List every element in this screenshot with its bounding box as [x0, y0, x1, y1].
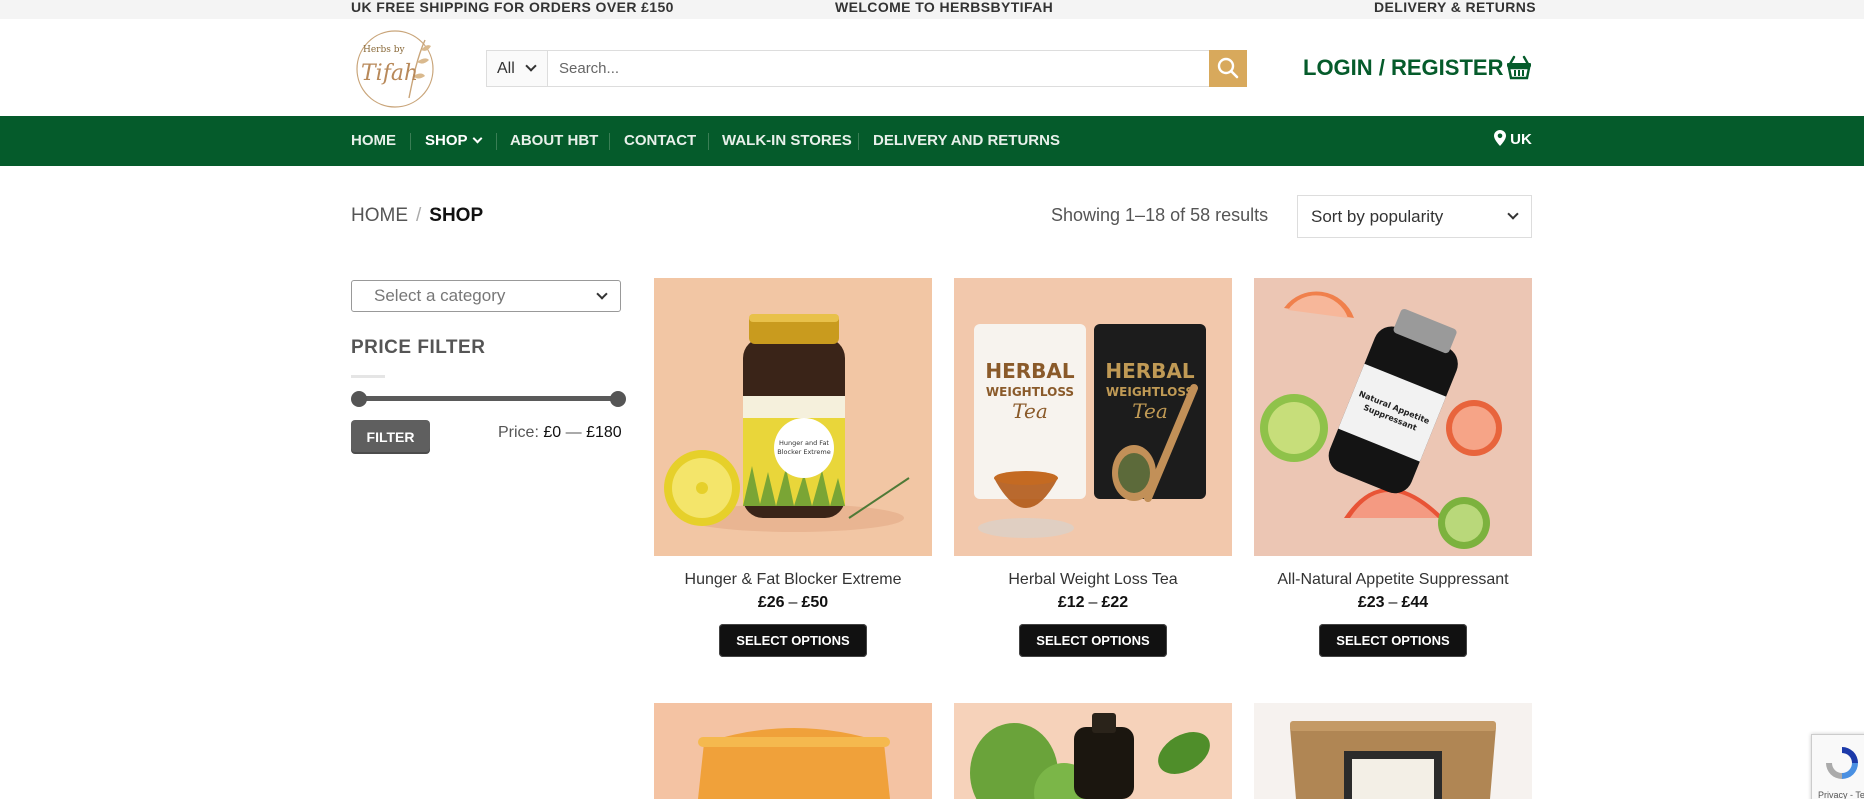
product-price: £23– £44	[1357, 594, 1429, 611]
chevron-down-icon	[596, 288, 608, 300]
location-pin-icon	[1494, 130, 1506, 146]
svg-text:Tea: Tea	[1012, 399, 1048, 423]
site-header: Herbs by Tifah All LOGIN / REGISTER	[0, 19, 1864, 116]
price-min: £26	[757, 594, 785, 611]
price-min: £23	[1357, 594, 1385, 611]
breadcrumb-current: SHOP	[429, 205, 484, 226]
search-category-value: All	[497, 60, 515, 77]
nav-item-delivery-returns[interactable]: DELIVERY AND RETURNS	[873, 132, 1060, 149]
nav-item-walk-in-stores[interactable]: WALK-IN STORES	[722, 132, 852, 149]
nav-divider	[410, 133, 411, 150]
category-placeholder: Select a category	[374, 286, 506, 305]
nav-divider	[708, 133, 709, 150]
price-max: £22	[1101, 594, 1129, 611]
free-shipping-notice: UK FREE SHIPPING FOR ORDERS OVER £150	[351, 0, 674, 15]
nav-item-contact[interactable]: CONTACT	[624, 132, 696, 149]
nav-shop-label: SHOP	[425, 132, 468, 149]
logo-text-top: Herbs by	[363, 45, 405, 55]
nav-item-about[interactable]: ABOUT HBT	[510, 132, 598, 149]
svg-text:Hunger and Fat: Hunger and Fat	[779, 439, 829, 447]
nav-divider	[858, 133, 859, 150]
product-image-row2-col2[interactable]	[954, 703, 1232, 799]
select-options-button[interactable]: SELECT OPTIONS	[1019, 624, 1167, 657]
price-min: £12	[1057, 594, 1085, 611]
search-category-select[interactable]: All	[487, 51, 548, 86]
sort-select[interactable]: Sort by popularity	[1297, 195, 1532, 238]
nav-divider	[496, 133, 497, 150]
chevron-down-icon	[525, 60, 537, 72]
breadcrumb-home[interactable]: HOME	[351, 205, 408, 226]
logo-text-main: Tifah	[361, 61, 418, 86]
nav-item-shop[interactable]: SHOP	[425, 132, 482, 149]
search-input[interactable]	[549, 51, 1207, 86]
breadcrumb: HOME / SHOP	[351, 205, 483, 227]
price-filter-title: PRICE FILTER	[351, 337, 486, 358]
recaptcha-icon	[1826, 747, 1858, 779]
product-title[interactable]: Herbal Weight Loss Tea	[954, 571, 1232, 589]
main-navigation: HOME SHOP ABOUT HBT CONTACT WALK-IN STOR…	[0, 116, 1864, 166]
price-min-value: £0	[543, 424, 562, 441]
welcome-text: WELCOME TO HERBSBYTIFAH	[835, 0, 1054, 15]
price-slider-range	[359, 396, 618, 401]
search-icon	[1217, 57, 1239, 79]
nav-divider	[609, 133, 610, 150]
product-image-row2-col1[interactable]	[654, 703, 932, 799]
search-button[interactable]	[1209, 50, 1247, 87]
chevron-down-icon	[472, 133, 482, 144]
category-select[interactable]: Select a category	[351, 280, 621, 312]
product-image-row2-col3[interactable]	[1254, 703, 1532, 799]
select-options-button[interactable]: SELECT OPTIONS	[719, 624, 867, 657]
nav-item-home[interactable]: HOME	[351, 132, 396, 149]
chevron-down-icon	[1507, 208, 1519, 220]
price-range-label: Price: £0 — £180	[498, 424, 622, 442]
svg-text:Blocker Extreme: Blocker Extreme	[777, 448, 830, 456]
filter-button[interactable]: FILTER	[351, 420, 430, 454]
price-separator: —	[565, 424, 582, 441]
svg-text:WEIGHTLOSS: WEIGHTLOSS	[1106, 385, 1194, 399]
product-price: £26– £50	[757, 594, 829, 611]
product-title[interactable]: All-Natural Appetite Suppressant	[1254, 571, 1532, 589]
svg-text:HERBAL: HERBAL	[985, 359, 1075, 383]
results-count: Showing 1–18 of 58 results	[1051, 205, 1269, 225]
svg-text:HERBAL: HERBAL	[1105, 359, 1195, 383]
price-slider-min-handle[interactable]	[351, 391, 367, 407]
price-max-value: £180	[586, 424, 622, 441]
top-announcement-bar: UK FREE SHIPPING FOR ORDERS OVER £150 WE…	[0, 0, 1864, 19]
product-title[interactable]: Hunger & Fat Blocker Extreme	[654, 571, 932, 589]
region-selector[interactable]: UK	[1494, 130, 1532, 148]
delivery-returns-link[interactable]: DELIVERY & RETURNS	[1374, 0, 1536, 15]
svg-text:WEIGHTLOSS: WEIGHTLOSS	[986, 385, 1074, 399]
product-image-herbal-weight-loss-tea[interactable]: HERBAL WEIGHTLOSS Tea HERBAL WEIGHTLOSS …	[954, 278, 1232, 556]
basket-icon[interactable]	[1505, 53, 1533, 81]
select-options-button[interactable]: SELECT OPTIONS	[1319, 624, 1467, 657]
title-underline	[351, 375, 385, 378]
price-label-prefix: Price:	[498, 424, 539, 441]
login-register-link[interactable]: LOGIN / REGISTER	[1303, 55, 1503, 81]
price-slider-max-handle[interactable]	[610, 391, 626, 407]
price-max: £44	[1401, 594, 1429, 611]
recaptcha-badge[interactable]: Privacy - Te	[1811, 734, 1864, 799]
sort-value: Sort by popularity	[1311, 207, 1444, 226]
product-price: £12– £22	[1057, 594, 1129, 611]
region-label: UK	[1510, 131, 1532, 148]
recaptcha-privacy-link[interactable]: Privacy - Te	[1818, 790, 1864, 799]
search-bar: All	[486, 50, 1247, 87]
price-max: £50	[801, 594, 829, 611]
product-image-hunger-fat-blocker[interactable]: Hunger and Fat Blocker Extreme	[654, 278, 932, 556]
svg-text:Tea: Tea	[1132, 399, 1168, 423]
product-image-appetite-suppressant[interactable]: Natural Appetite Suppressant	[1254, 278, 1532, 556]
herbs-by-tifah-logo[interactable]: Herbs by Tifah	[351, 28, 441, 110]
breadcrumb-separator: /	[416, 205, 422, 226]
